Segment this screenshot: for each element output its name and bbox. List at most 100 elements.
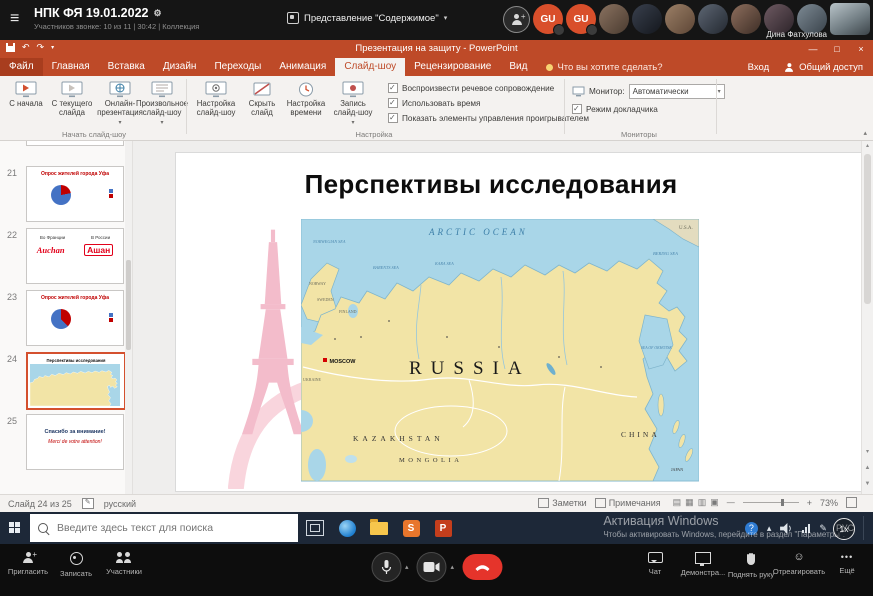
tab-transitions[interactable]: Переходы xyxy=(205,58,270,76)
fit-slide-icon[interactable] xyxy=(846,497,857,508)
participant-avatar[interactable] xyxy=(599,4,629,34)
start-button[interactable] xyxy=(0,512,30,544)
menu-icon[interactable]: ≡ xyxy=(10,10,19,28)
playback-speed-badge[interactable]: 1x xyxy=(833,518,855,540)
tab-insert[interactable]: Вставка xyxy=(99,58,154,76)
thumb-title: Опрос жителей города Уфа xyxy=(27,171,123,177)
usa-label: U.S.A. xyxy=(679,226,693,231)
thumbnail-slide-22[interactable]: Во Франции В России Auchan Ашан xyxy=(26,228,124,284)
sign-in-link[interactable]: Вход xyxy=(748,62,770,73)
zoom-out-icon[interactable]: — xyxy=(727,498,735,507)
skype-app-icon[interactable]: S xyxy=(400,517,422,539)
tab-view[interactable]: Вид xyxy=(500,58,536,76)
spellcheck-icon[interactable]: ✎ xyxy=(82,498,94,509)
restore-button[interactable]: □ xyxy=(825,44,849,54)
participants-button[interactable]: Участники xyxy=(100,552,148,578)
share-button[interactable]: Общий доступ xyxy=(783,62,863,73)
powerpoint-app-icon[interactable]: P xyxy=(432,517,454,539)
conference-settings-icon[interactable]: ⚙ xyxy=(153,8,161,19)
thumbnail-slide-24-selected[interactable]: Перспективы исследования xyxy=(26,352,126,410)
scroll-up-icon[interactable]: ▴ xyxy=(862,140,873,152)
tell-me-box[interactable]: Что вы хотите сделать? xyxy=(546,58,662,76)
zoom-handle[interactable] xyxy=(781,499,784,506)
signed-in-user[interactable]: Дина Фатхулова xyxy=(766,30,827,39)
participant-avatar[interactable] xyxy=(632,4,662,34)
thumbnail-slide-21[interactable]: Опрос жителей города Уфа xyxy=(26,166,124,222)
from-current-slide-button[interactable]: С текущего слайда xyxy=(48,79,96,118)
show-media-controls-checkbox[interactable]: Показать элементы управления проигрывате… xyxy=(388,113,589,123)
from-start-button[interactable]: С начала xyxy=(6,79,46,109)
tray-expand-icon[interactable]: ▴ xyxy=(767,523,772,534)
zoom-level[interactable]: 73% xyxy=(820,498,838,508)
more-button[interactable]: ••• Ещё xyxy=(823,552,871,579)
camera-button[interactable] xyxy=(417,552,447,582)
monitor-select[interactable]: Автоматически ▾ xyxy=(629,84,725,99)
thumbnail-slide-25[interactable]: Спасибо за внимание! Merci de votre atte… xyxy=(26,414,124,470)
scroll-down-icon[interactable]: ▾ xyxy=(862,446,873,458)
search-input[interactable] xyxy=(55,521,269,535)
close-button[interactable]: × xyxy=(849,44,873,54)
microphone-button[interactable] xyxy=(371,552,401,582)
panel-scrollbar[interactable] xyxy=(125,140,132,494)
chat-button[interactable]: Чат xyxy=(631,552,679,579)
setup-slideshow-button[interactable]: Настройка слайд-шоу xyxy=(192,79,240,118)
reading-view-icon[interactable]: ▥ xyxy=(698,497,707,507)
rehearse-timings-button[interactable]: Настройка времени xyxy=(284,79,328,118)
custom-slideshow-button[interactable]: Произвольное слайд-шоу xyxy=(142,79,182,127)
react-button[interactable]: ☺ Отреагировать xyxy=(775,552,823,579)
normal-view-icon[interactable]: ▤ xyxy=(673,497,682,507)
show-desktop-button[interactable] xyxy=(863,516,867,540)
slide-sorter-icon[interactable]: ▦ xyxy=(685,497,694,507)
thumbnail-slide-23[interactable]: Опрос жителей города Уфа xyxy=(26,290,124,346)
play-narrations-checkbox[interactable]: Воспроизвести речевое сопровождение xyxy=(388,83,589,93)
presenter-view-checkbox[interactable]: Режим докладчика xyxy=(572,104,658,114)
slide-24[interactable]: Перспективы исследования xyxy=(175,152,862,492)
participant-avatar[interactable] xyxy=(698,4,728,34)
collapse-ribbon-icon[interactable]: ▴ xyxy=(863,129,867,137)
participant-avatar[interactable]: GU xyxy=(566,4,596,34)
pen-input-icon[interactable]: ✎ xyxy=(819,523,827,534)
view-mode-selector[interactable]: Представление "Содержимое" ▾ xyxy=(287,12,447,24)
tab-file[interactable]: Файл xyxy=(0,58,43,76)
previous-slide-button[interactable]: ▲ xyxy=(862,462,873,474)
task-view-button[interactable] xyxy=(306,520,324,536)
invite-button[interactable]: + Пригласить xyxy=(4,552,52,578)
network-icon[interactable] xyxy=(802,524,810,533)
comments-toggle[interactable]: Примечания xyxy=(595,498,661,508)
end-call-button[interactable] xyxy=(462,554,502,580)
mic-options-icon[interactable]: ▴ xyxy=(405,563,409,571)
add-participant-button[interactable]: + xyxy=(503,6,530,33)
share-screen-button[interactable]: Демонстра... xyxy=(679,552,727,579)
participant-avatar[interactable] xyxy=(731,4,761,34)
notes-toggle[interactable]: Заметки xyxy=(538,498,586,508)
browser-app-icon[interactable] xyxy=(336,517,358,539)
language-indicator[interactable]: русский xyxy=(104,499,136,509)
record-button[interactable]: Записать xyxy=(52,552,100,578)
participant-avatar[interactable] xyxy=(665,4,695,34)
zoom-in-icon[interactable]: + xyxy=(807,498,812,508)
tab-animations[interactable]: Анимация xyxy=(270,58,335,76)
camera-options-icon[interactable]: ▴ xyxy=(451,563,455,571)
volume-icon[interactable] xyxy=(780,523,793,534)
use-timings-checkbox[interactable]: Использовать время xyxy=(388,98,589,108)
slideshow-view-icon[interactable]: ▣ xyxy=(710,497,719,507)
participant-video-tile[interactable] xyxy=(830,3,870,35)
smiley-icon: ☺ xyxy=(793,552,804,563)
tab-review[interactable]: Рецензирование xyxy=(405,58,500,76)
hide-slide-button[interactable]: Скрыть слайд xyxy=(242,79,282,118)
minimize-button[interactable]: — xyxy=(801,44,825,54)
next-slide-button[interactable]: ▼ xyxy=(862,478,873,490)
raise-hand-button[interactable]: Поднять руку xyxy=(727,552,775,579)
tab-design[interactable]: Дизайн xyxy=(154,58,206,76)
help-icon[interactable]: ? xyxy=(745,522,758,535)
file-explorer-icon[interactable] xyxy=(368,517,390,539)
tab-slideshow[interactable]: Слайд-шоу xyxy=(335,58,405,76)
tab-home[interactable]: Главная xyxy=(43,58,99,76)
taskbar-search[interactable] xyxy=(30,514,298,542)
zoom-slider[interactable] xyxy=(743,502,799,503)
okhotsk-sea-label: SEA OF OKHOTSK xyxy=(641,346,672,350)
scrollbar-thumb[interactable] xyxy=(864,154,871,304)
record-slideshow-button[interactable]: Запись слайд-шоу xyxy=(330,79,376,127)
participant-avatar[interactable]: GU xyxy=(533,4,563,34)
slide-scrollbar[interactable]: ▴ ▾ ▲ ▼ xyxy=(861,140,873,494)
